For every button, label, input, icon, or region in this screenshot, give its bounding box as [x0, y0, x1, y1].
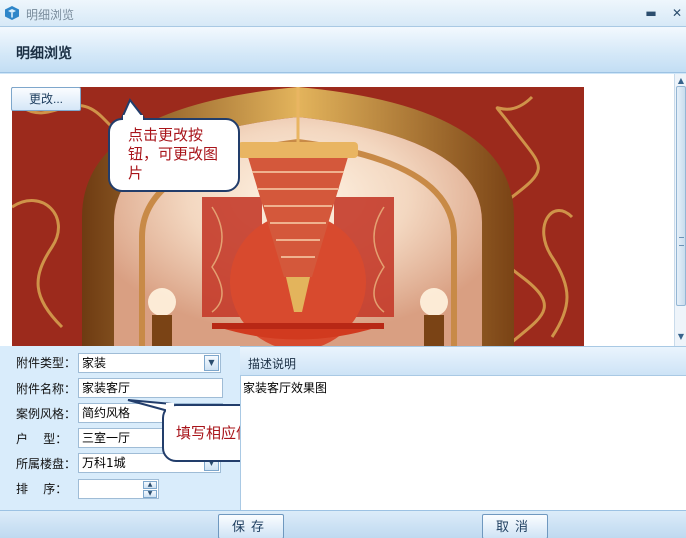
unit-type-value: 三室一厅 [82, 431, 131, 445]
callout-text: 点击更改按钮，可更改图片 [128, 126, 219, 182]
attachment-name-value: 家装客厅 [82, 381, 131, 395]
scrollbar-thumb[interactable] [676, 86, 686, 306]
property-value: 万科1城 [82, 456, 126, 470]
attachment-type-value: 家装 [82, 356, 107, 370]
case-style-label: 案例风格： [16, 407, 77, 421]
property-label: 所属楼盘： [16, 457, 77, 471]
scrollbar-grip-icon [679, 237, 684, 246]
page-title: 明细浏览 [16, 46, 72, 62]
description-value: 家装客厅效果图 [243, 381, 328, 395]
change-image-hint-callout: 点击更改按钮，可更改图片 [108, 98, 240, 192]
description-header: 描述说明 [240, 346, 686, 376]
attachment-name-label: 附件名称： [16, 382, 77, 396]
app-logo-icon [5, 6, 19, 20]
case-style-value: 简约风格 [82, 406, 131, 420]
minimize-icon[interactable]: ▬ [644, 6, 658, 20]
sort-order-label: 排 序： [16, 482, 68, 496]
attachment-type-label: 附件类型： [16, 356, 77, 370]
callout-pointer [121, 98, 145, 121]
scroll-up-icon[interactable]: ▲ [676, 76, 686, 86]
callout-pointer [127, 399, 174, 413]
stepper-down-icon[interactable]: ▼ [143, 490, 157, 498]
footer-bar: 保存 取消 [0, 510, 686, 538]
scroll-down-icon[interactable]: ▼ [676, 332, 686, 342]
window-titlebar: 明细浏览 ▬ ✕ [0, 0, 686, 27]
save-button[interactable]: 保存 [218, 514, 284, 538]
page-header: 明细浏览 [0, 27, 686, 73]
description-textarea[interactable]: 家装客厅效果图 [240, 376, 686, 510]
window-title: 明细浏览 [26, 8, 75, 22]
change-image-button[interactable]: 更改... [11, 87, 81, 111]
sort-order-stepper[interactable]: ▲ ▼ [78, 479, 159, 499]
attachment-name-field[interactable]: 家装客厅 [78, 378, 223, 398]
cancel-button[interactable]: 取消 [482, 514, 548, 538]
vertical-scrollbar[interactable]: ▲ ▼ [674, 74, 686, 346]
chevron-down-icon[interactable]: ▼ [204, 355, 219, 371]
stepper-up-icon[interactable]: ▲ [143, 481, 157, 489]
close-icon[interactable]: ✕ [670, 6, 684, 20]
unit-type-label: 户 型： [16, 432, 68, 446]
description-header-label: 描述说明 [248, 357, 297, 371]
preview-image [12, 87, 584, 346]
attachment-type-select[interactable]: 家装 ▼ [78, 353, 221, 373]
